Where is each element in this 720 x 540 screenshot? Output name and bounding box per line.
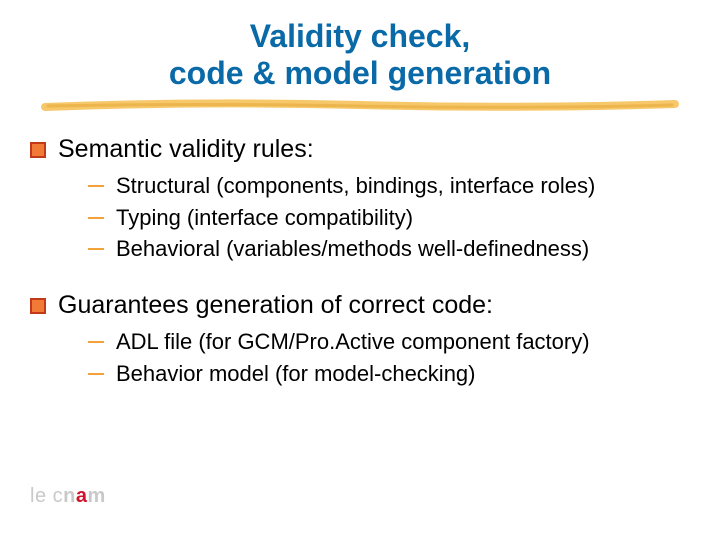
- cnam-logo: le cnam: [30, 485, 106, 508]
- title-line-1: Validity check,: [30, 18, 690, 55]
- sub-text: Typing (interface compatibility): [116, 203, 413, 233]
- sub-item: ADL file (for GCM/Pro.Active component f…: [88, 327, 690, 357]
- dash-bullet-icon: [88, 248, 104, 250]
- bullet-text: Semantic validity rules:: [58, 134, 314, 165]
- main-list: Semantic validity rules: Structural (com…: [30, 134, 690, 389]
- bullet-text: Guarantees generation of correct code:: [58, 290, 493, 321]
- slide: Validity check, code & model generation …: [0, 0, 720, 540]
- sub-text: Structural (components, bindings, interf…: [116, 171, 595, 201]
- slide-title: Validity check, code & model generation: [30, 18, 690, 92]
- sub-list-2: ADL file (for GCM/Pro.Active component f…: [88, 327, 690, 388]
- square-bullet-icon: [30, 142, 46, 158]
- sub-text: ADL file (for GCM/Pro.Active component f…: [116, 327, 590, 357]
- dash-bullet-icon: [88, 185, 104, 187]
- sub-item: Behavior model (for model-checking): [88, 359, 690, 389]
- bullet-semantic-rules: Semantic validity rules:: [30, 134, 690, 165]
- sub-text: Behavioral (variables/methods well-defin…: [116, 234, 589, 264]
- sub-item: Behavioral (variables/methods well-defin…: [88, 234, 690, 264]
- sub-list-1: Structural (components, bindings, interf…: [88, 171, 690, 264]
- title-underline: [40, 98, 680, 112]
- sub-item: Structural (components, bindings, interf…: [88, 171, 690, 201]
- logo-prefix: le: [30, 485, 53, 507]
- dash-bullet-icon: [88, 217, 104, 219]
- logo-c: c: [53, 485, 64, 507]
- bullet-guarantees: Guarantees generation of correct code:: [30, 290, 690, 321]
- logo-n: n: [63, 485, 76, 507]
- title-line-2: code & model generation: [30, 55, 690, 92]
- dash-bullet-icon: [88, 373, 104, 375]
- sub-text: Behavior model (for model-checking): [116, 359, 476, 389]
- logo-m: m: [87, 485, 105, 507]
- logo-a: a: [76, 485, 88, 507]
- sub-item: Typing (interface compatibility): [88, 203, 690, 233]
- square-bullet-icon: [30, 298, 46, 314]
- dash-bullet-icon: [88, 341, 104, 343]
